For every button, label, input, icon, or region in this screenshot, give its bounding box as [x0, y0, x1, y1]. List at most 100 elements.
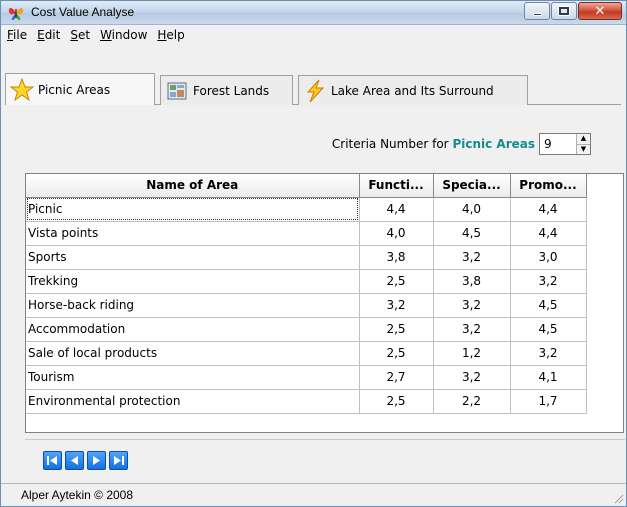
menu-edit-label: dit: [44, 28, 61, 42]
column-header-function[interactable]: Functi...: [358, 174, 434, 198]
criteria-number-value[interactable]: 9: [540, 134, 576, 154]
menu-window-label: indow: [111, 28, 148, 42]
area-name-cell[interactable]: Accommodation: [26, 317, 360, 342]
score-cell[interactable]: 3,2: [510, 341, 587, 366]
score-cell[interactable]: 2,5: [359, 389, 434, 414]
first-icon: [47, 456, 57, 465]
area-name-cell[interactable]: Sports: [26, 245, 360, 270]
table-row[interactable]: Tourism 2,7 3,2 4,1: [26, 365, 587, 390]
menu-edit-mnemonic: E: [37, 28, 45, 42]
minimize-button[interactable]: [524, 2, 550, 20]
score-cell[interactable]: 3,8: [359, 245, 434, 270]
score-cell[interactable]: 2,5: [359, 317, 434, 342]
triangle-up-icon: ▲: [580, 134, 587, 143]
score-cell[interactable]: 4,4: [510, 197, 587, 222]
first-record-button[interactable]: [43, 451, 62, 470]
status-bar: Alper Aytekin © 2008: [1, 483, 626, 506]
tab-label: Lake Area and Its Surround: [331, 83, 494, 98]
last-record-button[interactable]: [109, 451, 128, 470]
tab-panel: Criteria Number for Picnic Areas 9 ▲ ▼ N…: [21, 105, 625, 475]
column-header-name[interactable]: Name of Area: [26, 174, 360, 198]
menu-help-label: elp: [166, 28, 185, 42]
last-icon: [114, 456, 124, 465]
maximize-button[interactable]: [551, 2, 577, 20]
caption-buttons: ✕: [523, 2, 622, 20]
menu-file-label: ile: [13, 28, 28, 42]
menu-bar: File Edit Set Window Help: [1, 26, 626, 44]
table-row[interactable]: Environmental protection 2,5 2,2 1,7: [26, 389, 587, 414]
app-window: Cost Value Analyse ✕ File Edit Set Windo…: [0, 0, 627, 507]
table-row[interactable]: Vista points 4,0 4,5 4,4: [26, 221, 587, 246]
area-name-cell[interactable]: Environmental protection: [26, 389, 360, 414]
score-cell[interactable]: 3,2: [359, 293, 434, 318]
next-record-button[interactable]: [87, 451, 106, 470]
table-row[interactable]: Horse-back riding 3,2 3,2 4,5: [26, 293, 587, 318]
score-cell[interactable]: 2,5: [359, 341, 434, 366]
tab-forest-lands[interactable]: Forest Lands: [160, 75, 293, 105]
score-cell[interactable]: 4,5: [433, 221, 511, 246]
menu-file[interactable]: File: [1, 28, 32, 42]
score-cell[interactable]: 3,2: [510, 269, 587, 294]
column-header-special[interactable]: Specia...: [432, 174, 511, 198]
tab-label: Forest Lands: [193, 83, 270, 98]
tab-picnic-areas[interactable]: Picnic Areas: [5, 73, 155, 105]
title-bar[interactable]: Cost Value Analyse ✕: [1, 1, 626, 25]
score-cell[interactable]: 1,2: [433, 341, 511, 366]
score-cell[interactable]: 4,4: [359, 197, 434, 222]
menu-window-mnemonic: W: [100, 28, 112, 42]
close-button[interactable]: ✕: [578, 2, 622, 20]
resize-grip-icon[interactable]: [612, 492, 624, 504]
table-row[interactable]: Sale of local products 2,5 1,2 3,2: [26, 341, 587, 366]
area-name-cell[interactable]: Vista points: [26, 221, 360, 246]
close-icon: ✕: [594, 3, 606, 19]
star-icon: [10, 77, 34, 102]
previous-record-button[interactable]: [65, 451, 84, 470]
score-cell[interactable]: 2,7: [359, 365, 434, 390]
score-cell[interactable]: 3,2: [433, 245, 511, 270]
score-cell[interactable]: 2,5: [359, 269, 434, 294]
score-cell[interactable]: 3,0: [510, 245, 587, 270]
score-cell[interactable]: 4,0: [359, 221, 434, 246]
criteria-table: Name of Area Functi... Specia... Promo..…: [26, 174, 587, 414]
area-name-cell[interactable]: Picnic: [26, 197, 360, 222]
minimize-icon: [532, 12, 542, 16]
menu-edit[interactable]: Edit: [32, 28, 65, 42]
table-body: Picnic 4,4 4,0 4,4 Vista points 4,0 4,5 4,4 Spor…: [26, 197, 587, 414]
score-cell[interactable]: 4,4: [510, 221, 587, 246]
spinner-down-button[interactable]: ▼: [577, 143, 590, 154]
menu-help[interactable]: Help: [152, 28, 189, 42]
score-cell[interactable]: 3,8: [433, 269, 511, 294]
window-title: Cost Value Analyse: [31, 5, 135, 19]
score-cell[interactable]: 3,2: [433, 317, 511, 342]
column-header-promotion[interactable]: Promo...: [509, 174, 587, 198]
criteria-label: Criteria Number for Picnic Areas: [332, 137, 535, 151]
table-row[interactable]: Sports 3,8 3,2 3,0: [26, 245, 587, 270]
table-row[interactable]: Trekking 2,5 3,8 3,2: [26, 269, 587, 294]
score-cell[interactable]: 4,1: [510, 365, 587, 390]
menu-window[interactable]: Window: [95, 28, 152, 42]
tab-lake-area[interactable]: Lake Area and Its Surround: [298, 75, 528, 105]
score-cell[interactable]: 4,5: [510, 317, 587, 342]
criteria-number-spinner[interactable]: 9 ▲ ▼: [539, 133, 591, 155]
lightning-icon: [303, 79, 327, 103]
map-icon: [165, 79, 189, 103]
score-cell[interactable]: 4,0: [433, 197, 511, 222]
copyright-text: Alper Aytekin © 2008: [21, 488, 134, 502]
area-name-cell[interactable]: Horse-back riding: [26, 293, 360, 318]
score-cell[interactable]: 2,2: [433, 389, 511, 414]
table-row[interactable]: Picnic 4,4 4,0 4,4: [26, 197, 587, 222]
score-cell[interactable]: 4,5: [510, 293, 587, 318]
menu-set-label: et: [77, 28, 91, 42]
spinner-buttons: ▲ ▼: [576, 134, 590, 154]
triangle-down-icon: ▼: [580, 144, 587, 153]
area-name-cell[interactable]: Trekking: [26, 269, 360, 294]
score-cell[interactable]: 3,2: [433, 293, 511, 318]
score-cell[interactable]: 3,2: [433, 365, 511, 390]
score-cell[interactable]: 1,7: [510, 389, 587, 414]
area-name-cell[interactable]: Tourism: [26, 365, 360, 390]
spinner-up-button[interactable]: ▲: [577, 134, 590, 144]
menu-set[interactable]: Set: [65, 28, 95, 42]
table-row[interactable]: Accommodation 2,5 3,2 4,5: [26, 317, 587, 342]
area-name-cell[interactable]: Sale of local products: [26, 341, 360, 366]
table-header-row: Name of Area Functi... Specia... Promo..…: [26, 174, 587, 198]
